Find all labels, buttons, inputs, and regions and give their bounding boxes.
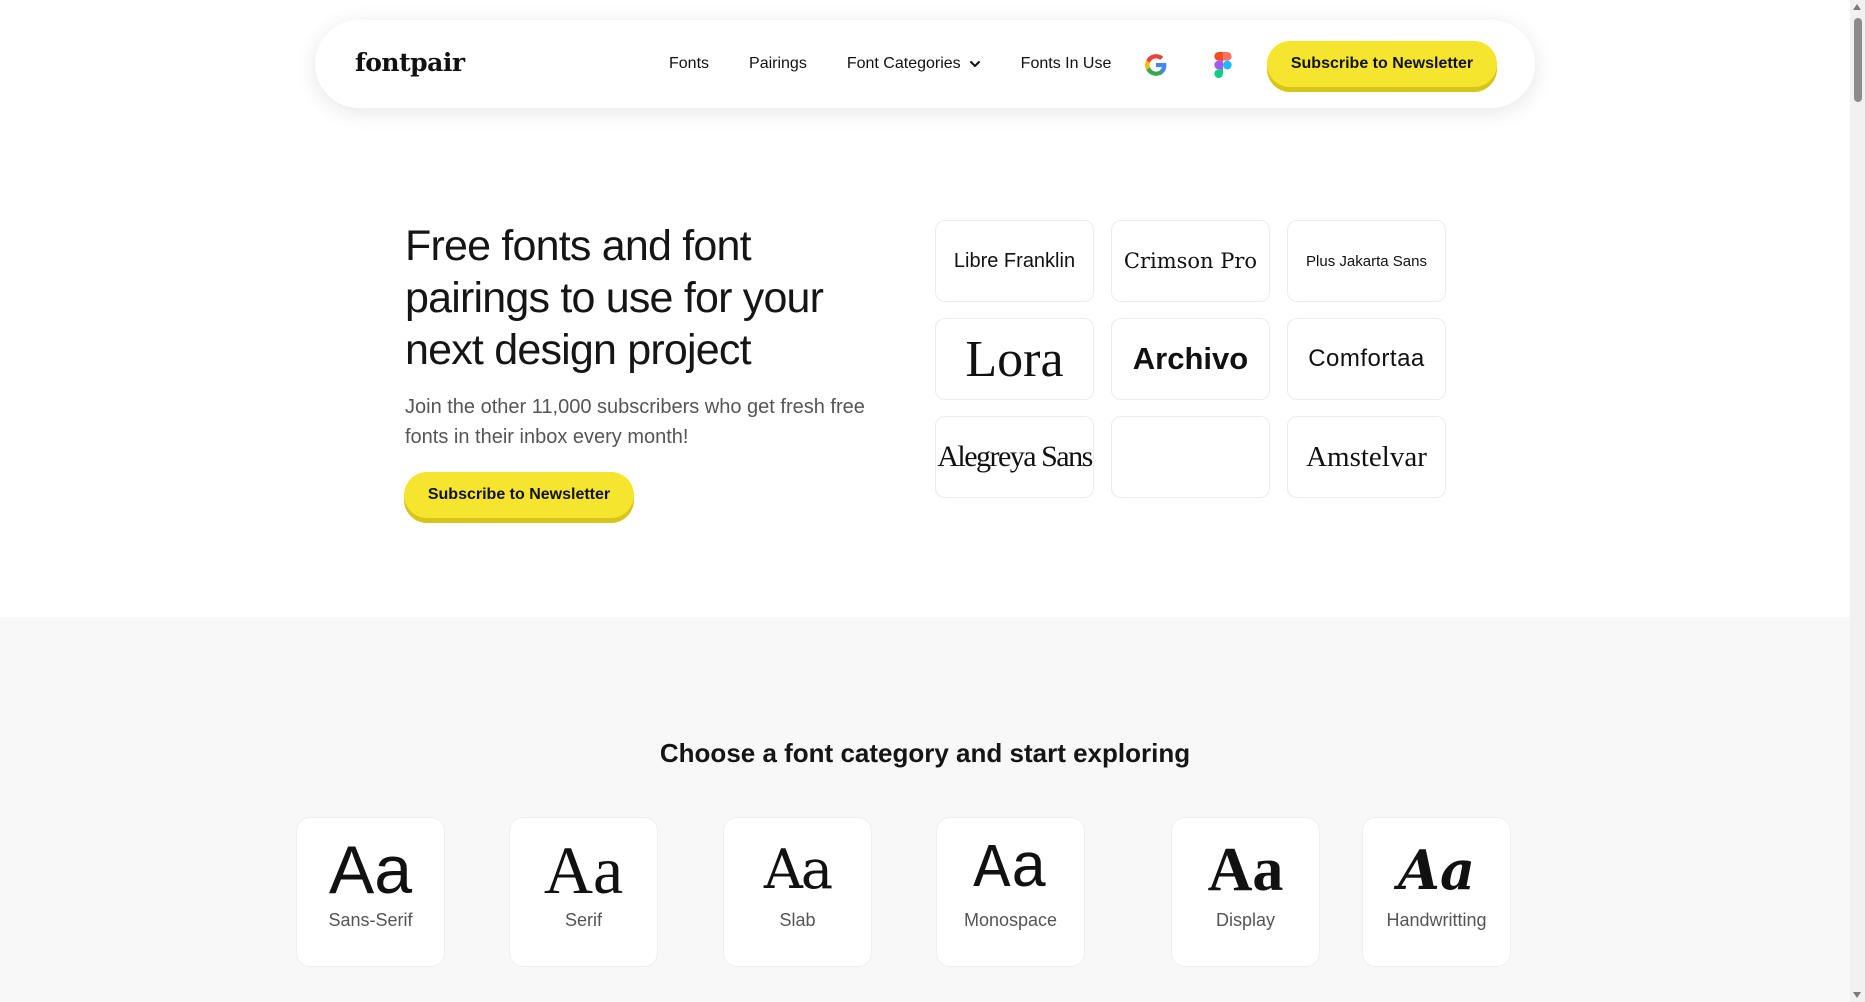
- site-header: fontpair Fonts Pairings Font Categories …: [315, 20, 1535, 108]
- font-tile-lora[interactable]: Lora: [935, 318, 1094, 400]
- font-tile-comfortaa[interactable]: Comfortaa: [1287, 318, 1446, 400]
- category-card-display[interactable]: Aa Display: [1171, 817, 1320, 967]
- category-label: Display: [1215, 910, 1276, 930]
- nav-font-categories[interactable]: Font Categories: [847, 55, 981, 73]
- category-label: Monospace: [963, 910, 1058, 930]
- scrollbar-thumb[interactable]: [1854, 18, 1862, 102]
- font-tile-crimson-pro[interactable]: Crimson Pro: [1111, 220, 1270, 302]
- scroll-down-arrow-icon[interactable]: [1853, 992, 1861, 998]
- nav-fonts[interactable]: Fonts: [669, 55, 709, 73]
- font-tile-alegreya-sans[interactable]: Alegreya Sans: [935, 416, 1094, 498]
- main-nav: Fonts Pairings Font Categories Fonts In …: [669, 20, 1151, 108]
- figma-icon[interactable]: [1213, 52, 1233, 78]
- google-icon[interactable]: [1143, 52, 1169, 78]
- hero-title: Free fonts and font pairings to use for …: [405, 222, 824, 374]
- category-heading: Choose a font category and start explori…: [659, 738, 1191, 768]
- category-glyph: Aa: [1398, 838, 1475, 902]
- category-card-slab[interactable]: Aa Slab: [723, 817, 872, 967]
- nav-font-categories-label: Font Categories: [846, 55, 961, 72]
- nav-pairings[interactable]: Pairings: [749, 55, 807, 73]
- category-label: Slab: [779, 910, 816, 930]
- category-label: Serif: [564, 910, 602, 930]
- font-tile-libre-franklin[interactable]: Libre Franklin: [935, 220, 1094, 302]
- subscribe-button-header[interactable]: Subscribe to Newsletter: [1267, 41, 1497, 87]
- category-card-handwriting[interactable]: Aa Handwritting: [1362, 817, 1511, 967]
- category-glyph: Aa: [763, 838, 833, 901]
- font-tile-plus-jakarta-sans[interactable]: Plus Jakarta Sans: [1287, 220, 1446, 302]
- chevron-down-icon: [969, 61, 980, 67]
- font-tile-archivo[interactable]: Archivo: [1111, 318, 1270, 400]
- category-glyph: Aa: [543, 832, 624, 908]
- font-tile-empty[interactable]: [1111, 416, 1270, 498]
- hero-subtitle: Join the other 11,000 subscribers who ge…: [405, 396, 865, 448]
- category-card-monospace[interactable]: Aa Monospace: [936, 817, 1085, 967]
- page-scrollbar[interactable]: [1850, 0, 1865, 1002]
- category-glyph: Aa: [973, 834, 1048, 905]
- category-glyph: Aa: [328, 832, 413, 908]
- subscribe-button-hero[interactable]: Subscribe to Newsletter: [404, 472, 634, 518]
- site-logo[interactable]: fontpair: [355, 48, 465, 77]
- category-label: Sans-Serif: [328, 910, 413, 930]
- category-section: [0, 617, 1850, 1002]
- scroll-up-arrow-icon[interactable]: [1853, 4, 1861, 10]
- font-tile-amstelvar[interactable]: Amstelvar: [1287, 416, 1446, 498]
- category-label: Handwritting: [1386, 910, 1487, 930]
- category-glyph: Aa: [1207, 836, 1284, 904]
- category-card-sans-serif[interactable]: Aa Sans-Serif: [296, 817, 445, 967]
- nav-fonts-in-use[interactable]: Fonts In Use: [1021, 55, 1112, 73]
- category-card-serif[interactable]: Aa Serif: [509, 817, 658, 967]
